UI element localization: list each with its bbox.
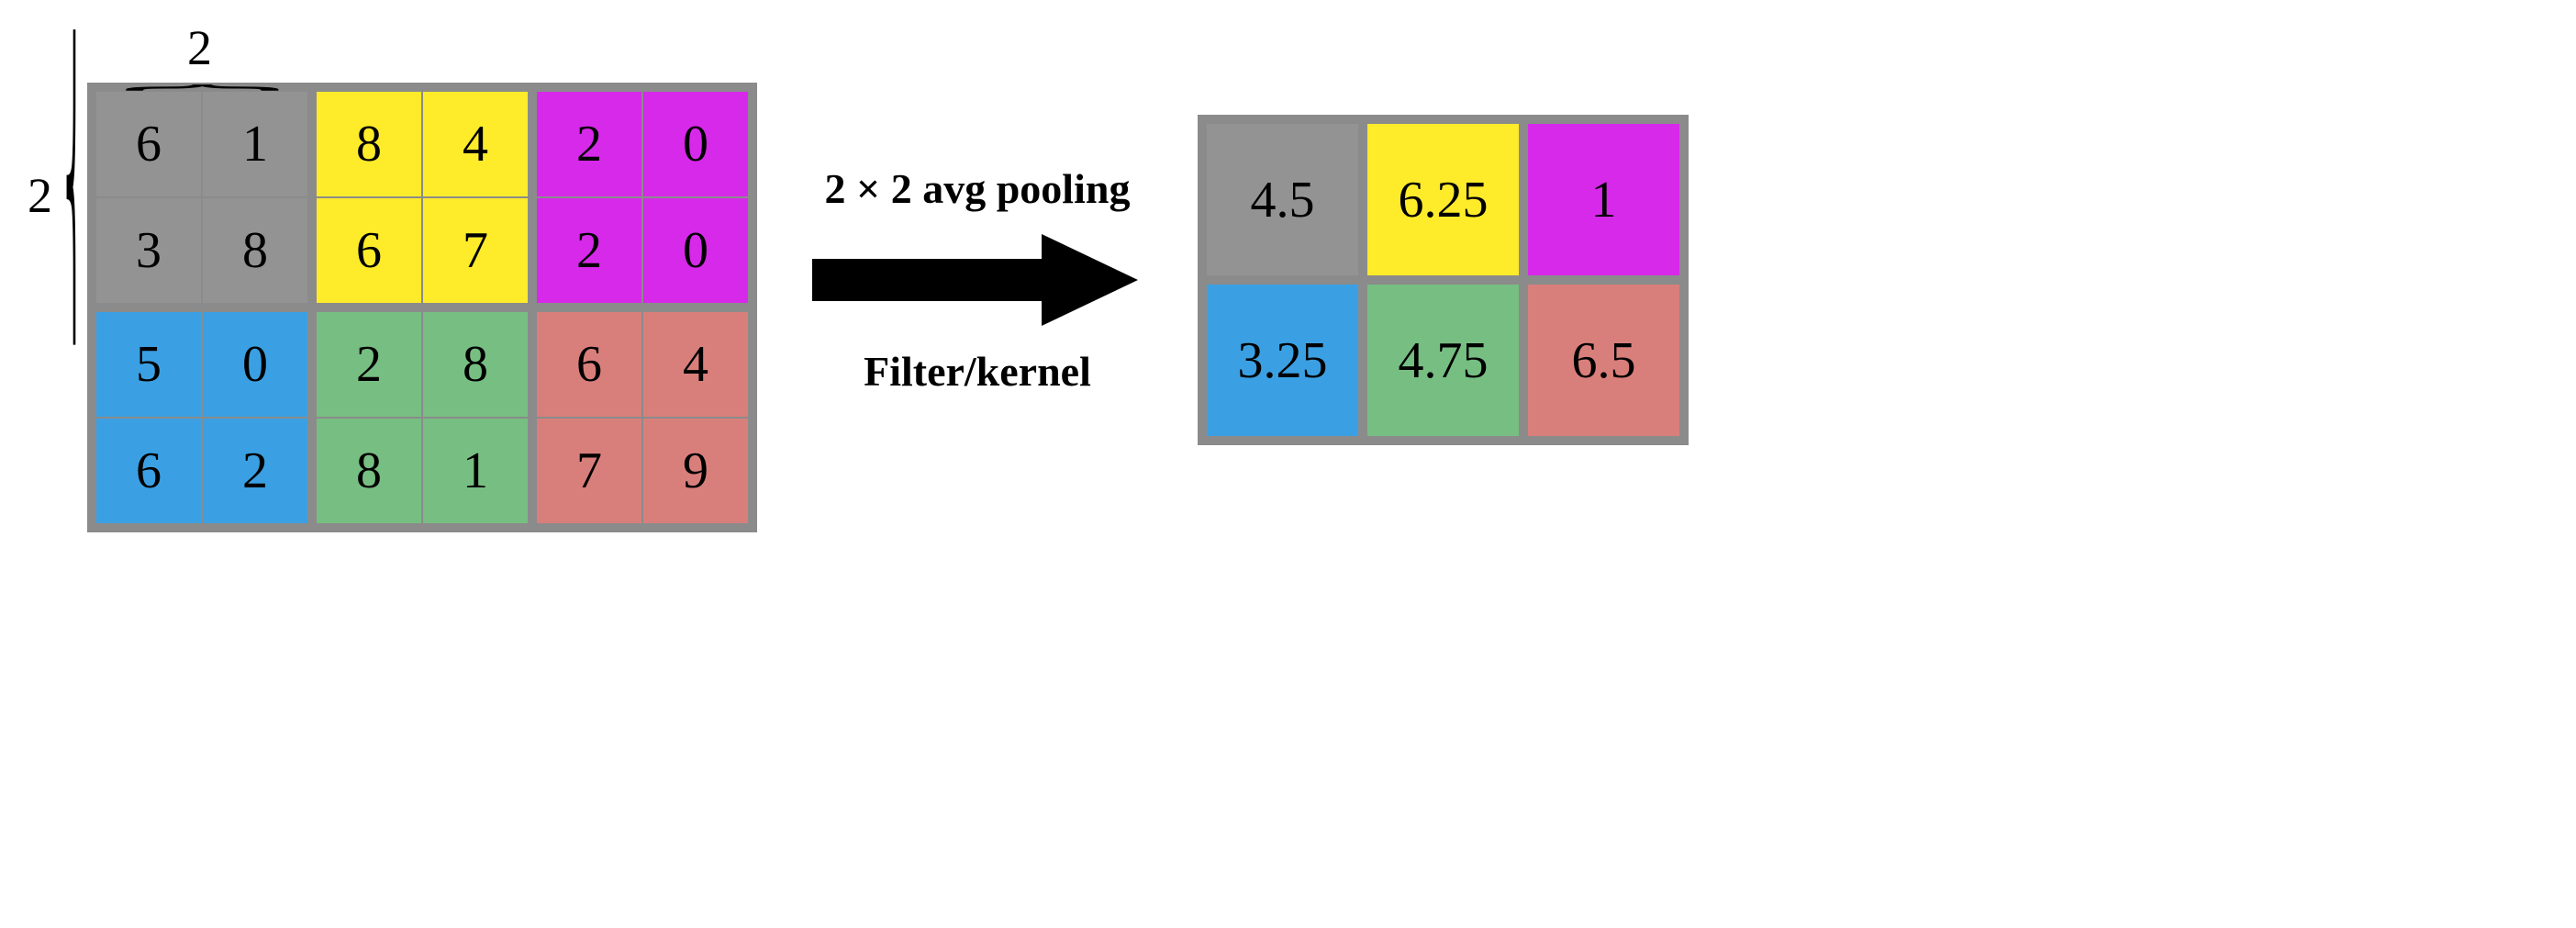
input-cell: 8 xyxy=(312,418,422,528)
kernel-height-label: 2 xyxy=(28,167,52,224)
operation-label-top: 2 × 2 avg pooling xyxy=(812,164,1143,213)
output-cell: 4.5 xyxy=(1202,119,1363,280)
input-cell: 2 xyxy=(202,418,312,528)
input-cell: 8 xyxy=(202,197,312,307)
input-cell: 3 xyxy=(92,197,202,307)
curly-brace-top-icon: ⏞ xyxy=(0,94,875,106)
input-cell: 7 xyxy=(422,197,532,307)
kernel-width-brace: 2 ⏞ xyxy=(87,23,312,111)
input-cell: 6 xyxy=(92,418,202,528)
input-cell: 0 xyxy=(642,197,753,307)
pooling-diagram: 2 ⏞ 2 ⎨ 618420386720502864628179 2 × 2 a… xyxy=(37,28,2539,532)
input-cell: 4 xyxy=(642,307,753,418)
operation-label-bottom: Filter/kernel xyxy=(812,347,1143,396)
kernel-height-brace: 2 ⎨ xyxy=(28,83,91,307)
input-cell: 1 xyxy=(422,418,532,528)
input-cell: 5 xyxy=(92,307,202,418)
input-cell: 9 xyxy=(642,418,753,528)
input-matrix: 618420386720502864628179 xyxy=(87,83,757,532)
operation-arrow-block: 2 × 2 avg pooling Filter/kernel xyxy=(812,164,1143,396)
input-cell: 0 xyxy=(202,307,312,418)
output-cell: 1 xyxy=(1523,119,1684,280)
output-matrix: 4.56.251 3.254.756.5 xyxy=(1198,115,1689,445)
input-cell: 8 xyxy=(422,307,532,418)
input-cell: 6 xyxy=(532,307,642,418)
output-cell: 6.25 xyxy=(1363,119,1523,280)
input-cell: 6 xyxy=(312,197,422,307)
output-cell: 6.5 xyxy=(1523,280,1684,441)
input-cell: 2 xyxy=(312,307,422,418)
arrow-right-icon xyxy=(812,229,1143,330)
kernel-width-label: 2 xyxy=(87,23,312,73)
output-cell: 3.25 xyxy=(1202,280,1363,441)
input-cell: 2 xyxy=(532,197,642,307)
input-cell: 7 xyxy=(532,418,642,528)
input-matrix-area: 2 ⏞ 2 ⎨ 618420386720502864628179 xyxy=(37,28,757,532)
output-cell: 4.75 xyxy=(1363,280,1523,441)
